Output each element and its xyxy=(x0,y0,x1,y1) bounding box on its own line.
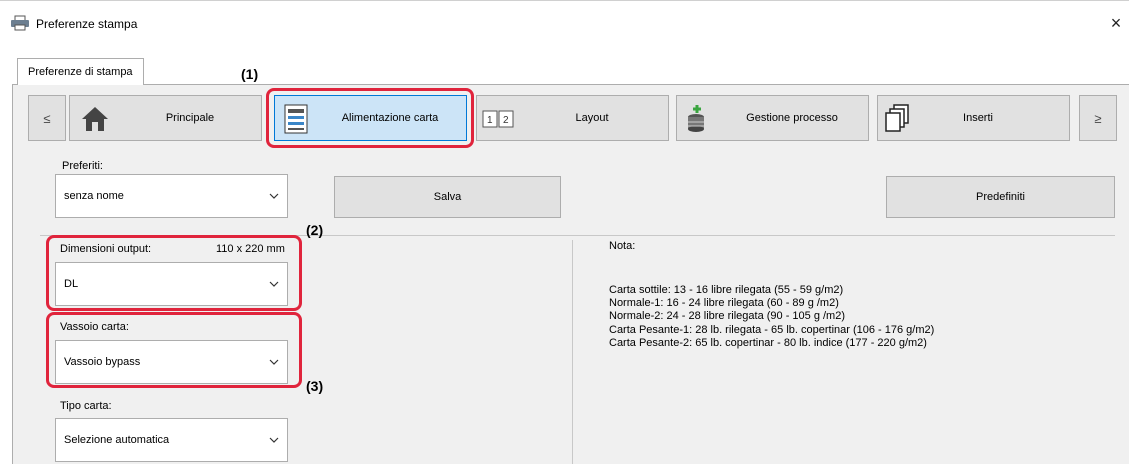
note-text: Carta sottile: 13 - 16 libre rilegata (5… xyxy=(609,284,934,350)
note-line: Normale-2: 24 - 28 libre rilegata (90 - … xyxy=(609,310,845,323)
nav-prev-button[interactable]: ≤ xyxy=(28,95,66,141)
home-icon xyxy=(82,107,108,131)
chevron-down-icon xyxy=(269,437,279,443)
divider xyxy=(572,240,573,464)
defaults-button[interactable]: Predefiniti xyxy=(886,176,1115,218)
close-button[interactable]: × xyxy=(1104,11,1128,35)
window-title: Preferenze stampa xyxy=(36,17,138,31)
callout-box-2 xyxy=(46,235,302,311)
callout-label-3: (3) xyxy=(306,378,324,394)
chevron-down-icon xyxy=(269,193,279,199)
job-stack-icon xyxy=(688,105,704,132)
favorites-select[interactable]: senza nome xyxy=(55,174,288,218)
callout-label-1: (1) xyxy=(241,66,259,82)
paper-type-select[interactable]: Selezione automatica xyxy=(55,418,288,462)
paper-type-label: Tipo carta: xyxy=(60,400,112,412)
tab-print-preferences[interactable]: Preferenze di stampa xyxy=(17,58,144,85)
nav-label: Principale xyxy=(165,112,215,124)
nav-button-layout[interactable]: 1 2 Layout xyxy=(476,95,669,141)
paper-type-value: Selezione automatica xyxy=(64,434,170,446)
save-button[interactable]: Salva xyxy=(334,176,561,218)
svg-text:2: 2 xyxy=(503,115,509,126)
title-bar: Preferenze stampa × xyxy=(0,0,1129,40)
callout-label-2: (2) xyxy=(306,222,324,238)
note-line: Carta Pesante-1: 28 lb. rilegata - 65 lb… xyxy=(609,323,935,336)
note-line: Carta Pesante-2: 65 lb. copertinar - 80 … xyxy=(609,336,927,349)
note-line: Carta sottile: 13 - 16 libre rilegata (5… xyxy=(609,284,844,296)
callout-box-3 xyxy=(46,312,302,388)
nav-button-gestione-processo[interactable]: Gestione processo xyxy=(676,95,869,141)
tab-strip: Preferenze di stampa xyxy=(0,58,1129,85)
printer-icon xyxy=(11,15,29,31)
pages-icon xyxy=(885,104,909,132)
nav-label: Inserti xyxy=(963,112,993,124)
note-title: Nota: xyxy=(609,240,636,252)
favorites-label: Preferiti: xyxy=(62,160,103,172)
layout-icon: 1 2 xyxy=(482,110,514,128)
nav-button-inserti[interactable]: Inserti xyxy=(877,95,1070,141)
nav-button-principale[interactable]: Principale xyxy=(69,95,262,141)
nav-next-button[interactable]: ≥ xyxy=(1079,95,1117,141)
favorites-value: senza nome xyxy=(64,190,124,202)
nav-label: Gestione processo xyxy=(746,112,838,124)
note-line: Normale-1: 16 - 24 libre rilegata (60 - … xyxy=(609,297,839,310)
svg-text:1: 1 xyxy=(487,115,493,126)
nav-label: Layout xyxy=(575,112,609,124)
callout-box-1 xyxy=(266,88,474,148)
